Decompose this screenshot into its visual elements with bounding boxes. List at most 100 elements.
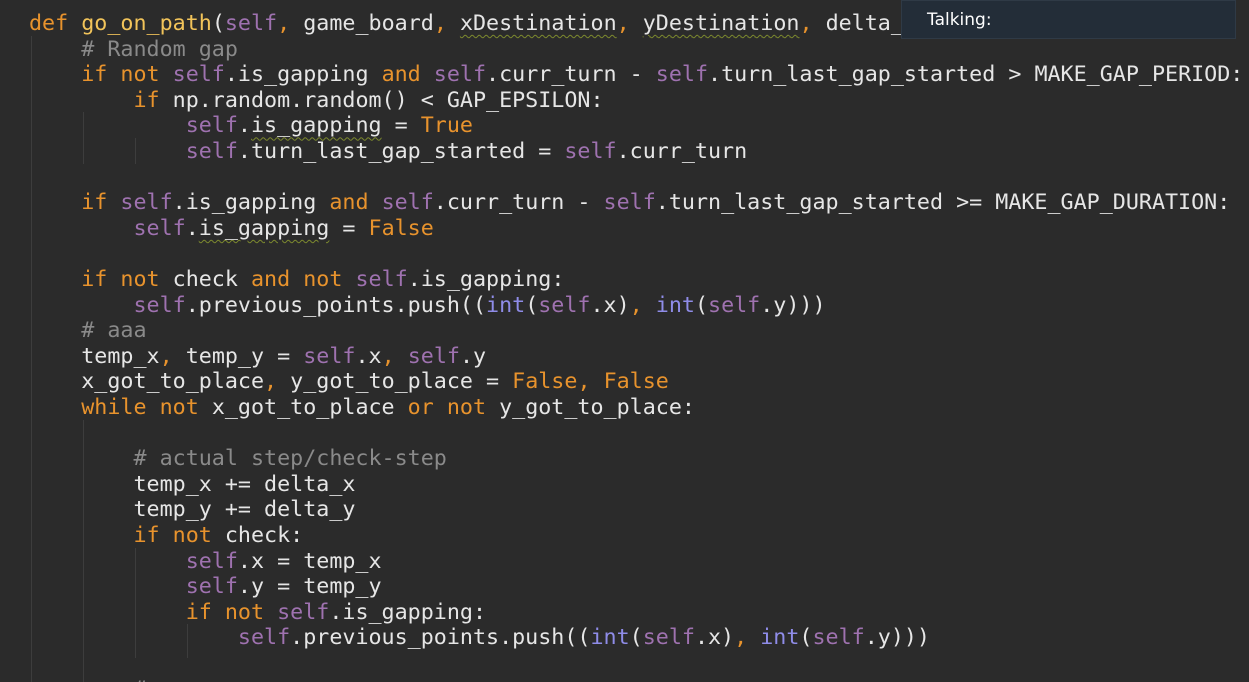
code-token: True [420,113,473,139]
code-line[interactable]: self.is_gapping = False [29,215,433,242]
code-token: self [133,215,186,241]
code-token: self [564,139,617,164]
code-line[interactable]: temp_x += delta_x [29,472,355,498]
code-token: is_gapping [250,113,382,139]
code-line[interactable]: temp_y += delta_y [29,497,355,523]
code-token: self [185,113,238,139]
code-token: .x [355,343,382,369]
code-token: , [629,292,656,318]
code-token: while [81,395,160,420]
code-line[interactable]: # actual step/check-step [29,446,447,472]
code-token: self [355,267,408,292]
code-token: if [81,62,121,88]
code-token: self [303,343,356,369]
code-token: , [734,625,761,651]
code-line[interactable]: self.is_gapping = True [29,113,473,139]
code-token: self [120,190,173,216]
code-token: False [603,369,669,395]
code-token: xDestination [459,11,617,36]
code-token: .is_gapping: [329,599,487,625]
code-token: .y = temp_y [237,574,382,600]
code-token: delta_ [825,11,904,36]
code-line[interactable]: self.x = temp_x [29,549,382,575]
code-token: self [172,62,225,88]
code-line[interactable]: if not self.is_gapping: [29,600,486,626]
code-token: .y))) [760,292,826,318]
code-token: and [381,62,434,88]
code-token: .x = temp_x [237,548,382,574]
code-token: x_got_to_place [81,369,265,395]
code-token: temp_x += delta_x [133,471,356,497]
code-token: self [538,292,591,318]
code-token: , [616,11,643,36]
code-token: .turn_last_gap_started >= MAKE_GAP_DURAT… [655,190,1231,216]
code-line[interactable]: if np.random.random() < GAP_EPSILON: [29,87,604,114]
code-line[interactable]: # aaa [29,318,147,344]
code-token: .turn_last_gap_started > MAKE_GAP_PERIOD… [708,62,1244,88]
code-token: .curr_turn - [486,62,656,88]
talking-tooltip: Talking: [901,0,1236,39]
code-token: # actual step/check-step [133,446,447,472]
code-token: self [133,292,186,318]
code-token: game_board [303,11,434,36]
code-token: self [642,625,695,651]
code-token: self [185,574,238,600]
code-token: .curr_turn [616,139,748,164]
code-line[interactable]: temp_x, temp_y = self.x, self.y [29,344,486,370]
code-editor[interactable]: def go_on_path(self, game_board, xDestin… [0,0,1249,682]
code-line[interactable]: x_got_to_place, y_got_to_place = False, … [29,369,669,395]
code-line[interactable]: # [29,677,146,682]
code-token: self [433,62,487,88]
code-token: if [133,87,173,113]
code-line[interactable]: if not check and not self.is_gapping: [29,267,564,293]
code-token: .y))) [864,625,930,651]
code-line[interactable]: if not self.is_gapping and self.curr_tur… [29,62,1243,88]
code-token: np.random.random() < GAP_EPSILON: [172,87,604,113]
code-token: int [590,625,630,651]
code-token: not [172,523,225,548]
code-token: not [120,62,173,88]
code-token: if [185,599,225,625]
code-line[interactable]: while not x_got_to_place or not y_got_to… [29,395,695,421]
code-line[interactable]: self.previous_points.push((int(self.x), … [29,625,930,651]
code-token: is_gapping [198,215,330,241]
code-token: y_got_to_place = [290,369,513,395]
code-token: .previous_points.push(( [185,292,487,318]
code-token: go_on_path [81,11,212,36]
code-line[interactable]: self.y = temp_y [29,574,382,600]
code-line[interactable]: def go_on_path(self, game_board, xDestin… [29,11,904,37]
code-token: int [760,625,800,651]
code-token: ( [799,625,813,651]
code-token: .is_gapping [172,190,330,216]
code-token: , [433,11,460,36]
code-line[interactable]: # Random gap [29,37,238,63]
code-token: or [407,395,447,420]
code-token: check [172,267,251,292]
code-token: x_got_to_place [211,395,408,420]
code-token: self [381,190,434,216]
code-token: and [329,190,382,216]
code-token: # [133,677,146,682]
code-token: self [603,190,656,216]
code-line[interactable]: self.previous_points.push((int(self.x), … [29,292,826,319]
code-token: # aaa [81,318,147,344]
code-line[interactable]: if self.is_gapping and self.curr_turn - … [29,190,1230,216]
code-token: ( [525,292,539,318]
code-token: not [224,599,278,625]
code-token: int [486,292,526,318]
code-line[interactable]: if not check: [29,523,303,549]
code-token: self [708,292,761,318]
code-line[interactable]: self.turn_last_gap_started = self.curr_t… [29,139,747,165]
code-token: if [81,267,121,292]
